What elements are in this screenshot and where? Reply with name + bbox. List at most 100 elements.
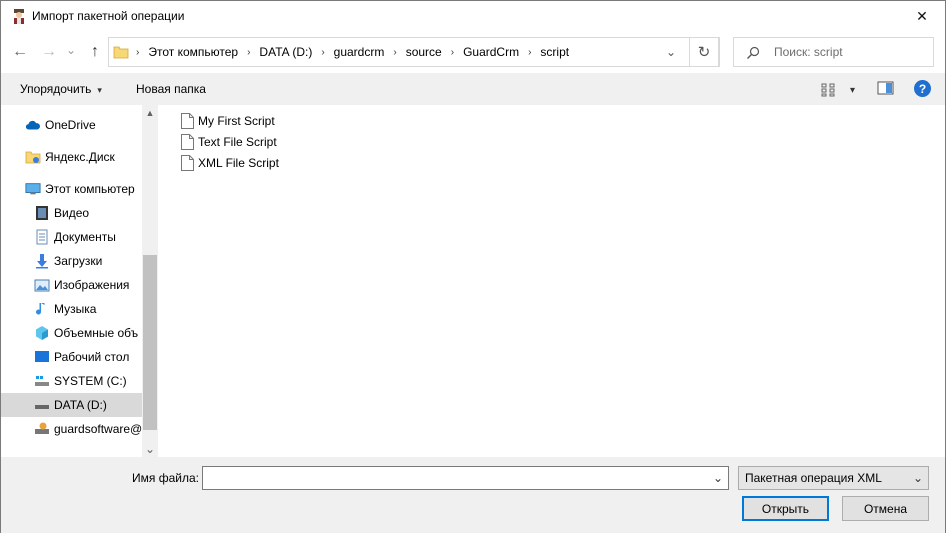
sidebar-item-this-pc[interactable]: Этот компьютер (1, 177, 142, 201)
file-icon (181, 134, 194, 150)
breadcrumb-separator: › (136, 46, 140, 58)
chevron-down-icon: ⌄ (665, 45, 677, 59)
breadcrumb-item-source[interactable]: source (400, 45, 448, 59)
filename-dropdown-button[interactable]: ⌄ (708, 467, 728, 489)
sidebar-item-documents[interactable]: Документы (1, 225, 142, 249)
back-button[interactable]: ← (9, 40, 31, 64)
sidebar-item-video[interactable]: Видео (1, 201, 142, 225)
breadcrumb-separator[interactable]: › (318, 47, 327, 58)
caret-down-icon: ▾ (850, 84, 856, 96)
organize-label: Упорядочить (20, 82, 92, 96)
sidebar-item-label: guardsoftware@ (54, 422, 142, 436)
file-icon (181, 113, 194, 129)
sidebar-item-yandex-disk[interactable]: Яндекс.Диск (1, 145, 142, 169)
file-name: XML File Script (198, 156, 279, 170)
sidebar-item-label: DATA (D:) (54, 398, 107, 412)
preview-pane-button[interactable] (877, 81, 897, 97)
sidebar-item-network-drive[interactable]: guardsoftware@ (1, 417, 142, 441)
filename-label: Имя файла: (132, 471, 199, 485)
sidebar-item-label: Объемные объ (54, 326, 139, 340)
file-item[interactable]: My First Script (181, 111, 275, 131)
app-icon (14, 9, 24, 24)
address-bar[interactable]: › Этот компьютер › DATA (D:) › guardcrm … (108, 37, 720, 67)
sidebar-item-label: Музыка (54, 302, 97, 316)
address-history-dropdown[interactable]: ⌄ (656, 37, 686, 67)
file-list[interactable]: My First Script Text File Script XML Fil… (161, 105, 945, 457)
documents-icon (34, 229, 50, 245)
file-item[interactable]: Text File Script (181, 132, 277, 152)
close-icon: ✕ (916, 8, 928, 24)
folder-icon (113, 46, 129, 59)
help-button[interactable]: ? (914, 80, 931, 97)
breadcrumb-separator[interactable]: › (244, 47, 253, 58)
breadcrumb: › Этот компьютер › DATA (D:) › guardcrm … (133, 38, 575, 66)
network-drive-icon (34, 421, 50, 437)
breadcrumb-item-guardcrm[interactable]: guardcrm (328, 45, 391, 59)
up-button[interactable]: ↑ (84, 40, 106, 64)
file-type-select[interactable]: Пакетная операция XML ⌄ (738, 466, 929, 490)
desktop-icon (34, 349, 50, 365)
change-view-button[interactable]: ▾ (821, 81, 861, 99)
sidebar-item-pictures[interactable]: Изображения (1, 273, 142, 297)
file-item[interactable]: XML File Script (181, 153, 279, 173)
breadcrumb-separator[interactable]: › (525, 47, 534, 58)
sidebar-item-label: Загрузки (54, 254, 103, 268)
preview-pane-icon (877, 81, 894, 95)
breadcrumb-separator[interactable]: › (448, 47, 457, 58)
cancel-button[interactable]: Отмена (842, 496, 929, 521)
sidebar-item-music[interactable]: Музыка (1, 297, 142, 321)
new-folder-button[interactable]: Новая папка (136, 82, 206, 96)
sidebar-item-system-c[interactable]: SYSTEM (C:) (1, 369, 142, 393)
computer-icon (25, 181, 41, 197)
close-button[interactable]: ✕ (899, 1, 945, 32)
window-title: Импорт пакетной операции (32, 9, 185, 23)
sidebar-item-onedrive[interactable]: OneDrive (1, 113, 142, 137)
sidebar-item-label: Изображения (54, 278, 130, 292)
pictures-icon (34, 277, 50, 293)
scroll-down-button[interactable]: ⌄ (142, 441, 158, 457)
file-name: My First Script (198, 114, 275, 128)
breadcrumb-separator[interactable]: › (390, 47, 399, 58)
sidebar-item-downloads[interactable]: Загрузки (1, 249, 142, 273)
drive-d-icon (34, 397, 50, 413)
sidebar-item-label: Документы (54, 230, 116, 244)
scroll-thumb[interactable] (143, 255, 157, 430)
chevron-down-icon: ⌄ (712, 471, 724, 485)
sidebar-item-label: Рабочий стол (54, 350, 130, 364)
file-name: Text File Script (198, 135, 277, 149)
search-input[interactable] (774, 38, 929, 66)
sidebar-item-data-d[interactable]: DATA (D:) (1, 393, 142, 417)
command-bar: Упорядочить ▾ Новая папка (1, 73, 945, 105)
recent-locations-button[interactable]: ⌄ (63, 38, 79, 62)
file-open-dialog: Импорт пакетной операции ✕ ← → ⌄ ↑ › Это… (0, 0, 946, 533)
breadcrumb-item-this-pc[interactable]: Этот компьютер (142, 45, 244, 59)
yandex-disk-icon (25, 149, 41, 165)
sidebar-item-3d-objects[interactable]: Объемные объ (1, 321, 142, 345)
filename-input[interactable] (203, 467, 708, 489)
breadcrumb-item-data-d[interactable]: DATA (D:) (253, 45, 318, 59)
search-icon (747, 46, 760, 59)
arrow-up-icon: ↑ (91, 43, 99, 60)
scroll-up-button[interactable]: ▲ (142, 105, 158, 121)
sidebar-item-label: SYSTEM (C:) (54, 374, 127, 388)
arrow-left-icon: ← (12, 43, 28, 60)
arrow-right-icon: → (41, 43, 57, 60)
forward-button[interactable]: → (38, 40, 60, 64)
breadcrumb-item-script[interactable]: script (534, 45, 575, 59)
3d-objects-icon (34, 325, 50, 341)
search-box[interactable] (733, 37, 934, 67)
downloads-icon (34, 253, 50, 269)
sidebar-item-label: OneDrive (45, 118, 96, 132)
filename-combobox[interactable]: ⌄ (202, 466, 729, 490)
sidebar-item-label: Этот компьютер (45, 182, 135, 196)
breadcrumb-item-guardcrm-folder[interactable]: GuardCrm (457, 45, 525, 59)
chevron-down-icon: ⌄ (912, 471, 924, 485)
drive-c-icon (34, 373, 50, 389)
open-button[interactable]: Открыть (742, 496, 829, 521)
sidebar-item-desktop[interactable]: Рабочий стол (1, 345, 142, 369)
refresh-button[interactable]: ↻ (689, 37, 719, 67)
onedrive-icon (25, 117, 41, 133)
organize-button[interactable]: Упорядочить ▾ (20, 82, 102, 96)
navigation-scrollbar[interactable]: ▲ ⌄ (142, 105, 158, 457)
sidebar-item-label: Яндекс.Диск (45, 150, 115, 164)
